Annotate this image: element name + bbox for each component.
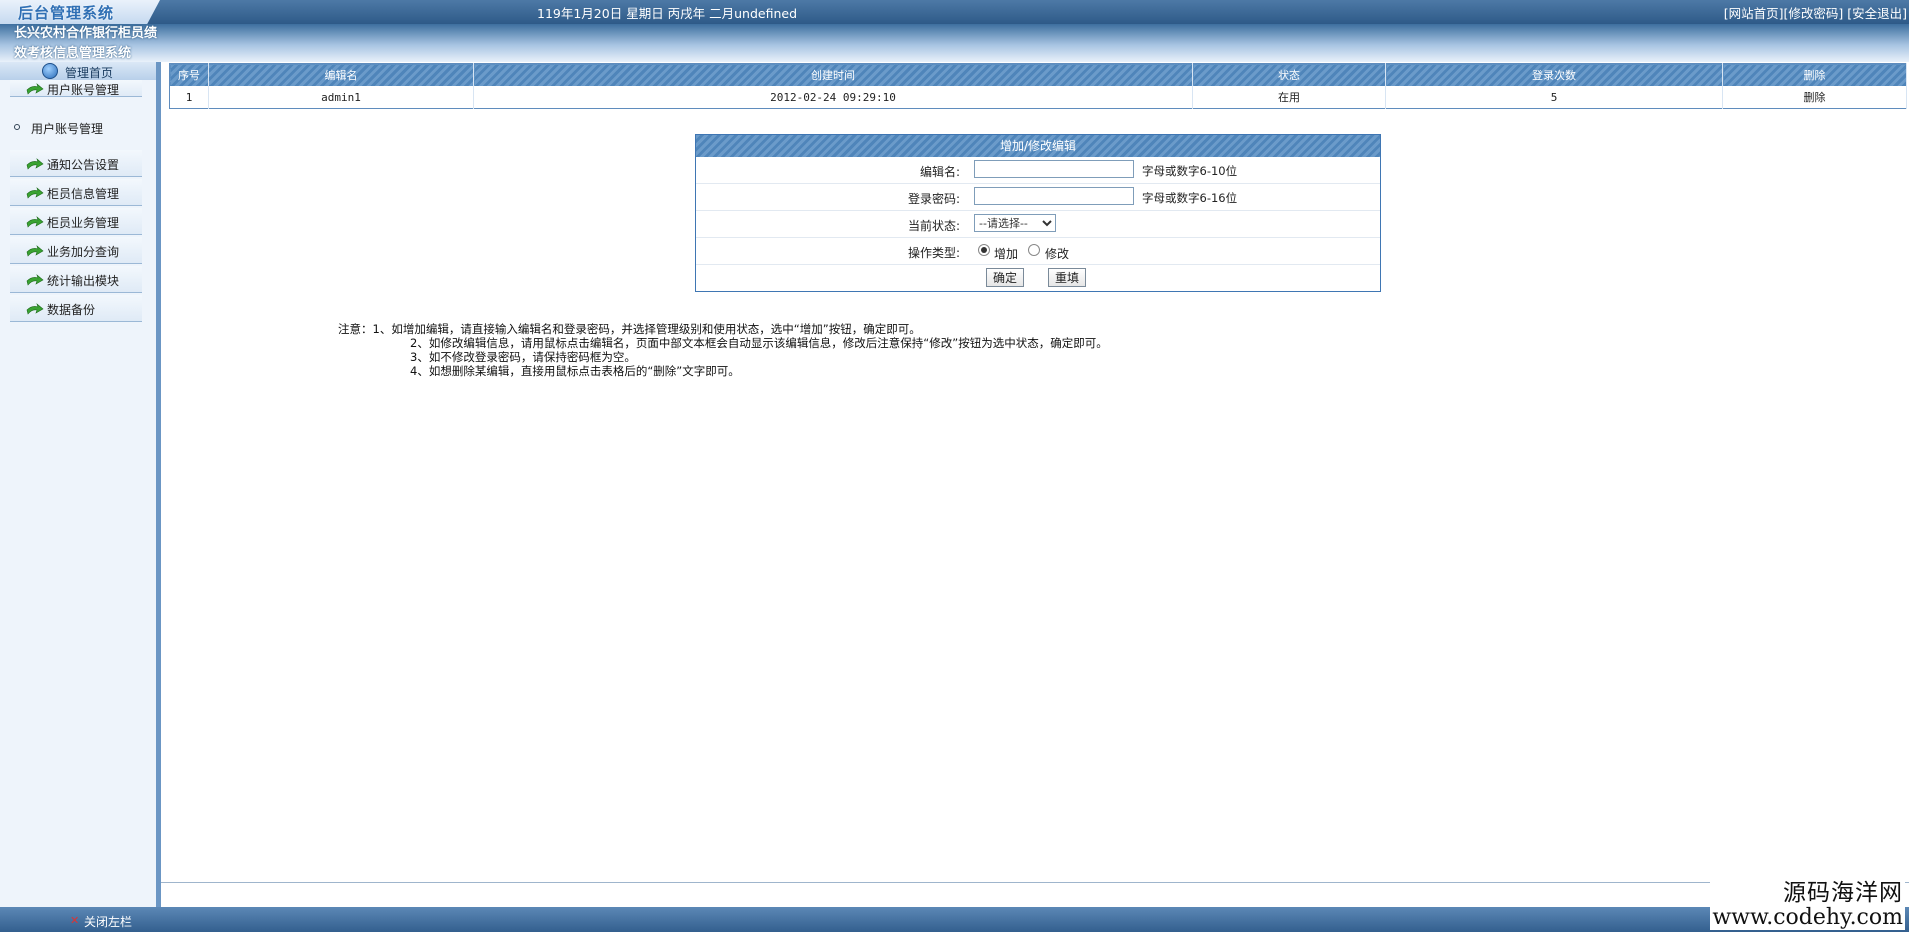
close-sidebar-button[interactable]: 关闭左栏	[84, 913, 132, 930]
link-safe-logout[interactable]: [安全退出]	[1847, 6, 1907, 21]
form-row-buttons: 确定 重填	[696, 265, 1380, 291]
form-title: 增加/修改编辑	[696, 135, 1380, 157]
name-hint: 字母或数字6-10位	[1142, 164, 1238, 178]
bottom-bar: ✕ 关闭左栏	[0, 907, 1909, 932]
watermark: 源码海洋网 www.codehy.com	[1710, 880, 1905, 930]
sidebar-item-label: 数据备份	[47, 303, 96, 317]
link-site-home[interactable]: [网站首页]	[1724, 6, 1784, 21]
col-header-logins: 登录次数	[1385, 63, 1723, 86]
password-input[interactable]	[974, 187, 1134, 205]
sidebar-item-notices[interactable]: 通知公告设置	[10, 150, 142, 177]
logo-text: 后台管理系统	[18, 4, 115, 22]
header-band	[0, 24, 1909, 62]
delete-link[interactable]: 删除	[1722, 86, 1907, 109]
sidebar-item-label: 业务加分查询	[47, 245, 120, 259]
note-line-2: 2、如修改编辑信息，请用鼠标点击编辑名，页面中部文本框会自动显示该编辑信息，修改…	[410, 336, 1108, 350]
bullet-icon	[14, 124, 20, 130]
link-change-password[interactable]: [修改密码]	[1783, 6, 1843, 21]
editor-list-table: 序号 编辑名 创建时间 状态 登录次数 删除 1 admin1 2012-02-…	[169, 63, 1907, 109]
divider	[161, 882, 1909, 883]
system-title: 长兴农村合作银行柜员绩效考核信息管理系统	[14, 26, 158, 61]
table-header-row: 序号 编辑名 创建时间 状态 登录次数 删除	[169, 63, 1907, 86]
main-content: 序号 编辑名 创建时间 状态 登录次数 删除 1 admin1 2012-02-…	[161, 62, 1909, 907]
edit-form: 增加/修改编辑 编辑名: 字母或数字6-10位 登录密码: 字母或数字6-16位…	[695, 134, 1381, 292]
radio-add[interactable]	[978, 244, 990, 256]
password-label: 登录密码:	[907, 192, 960, 206]
top-links: [网站首页][修改密码] [安全退出]	[1724, 3, 1907, 22]
form-row-password: 登录密码: 字母或数字6-16位	[696, 184, 1380, 211]
close-icon: ✕	[70, 914, 80, 927]
sidebar-item-user-accounts[interactable]: 用户账号管理	[10, 80, 142, 97]
col-header-status: 状态	[1192, 63, 1386, 86]
sidebar-subitem-label: 用户账号管理	[31, 122, 104, 136]
radio-edit-label: 修改	[1045, 247, 1070, 261]
sidebar-item-data-backup[interactable]: 数据备份	[10, 295, 142, 322]
green-arrow-icon	[26, 158, 44, 170]
cell-status: 在用	[1192, 86, 1386, 109]
password-hint: 字母或数字6-16位	[1142, 191, 1238, 205]
status-select[interactable]: --请选择--	[974, 214, 1056, 232]
watermark-cn: 源码海洋网	[1783, 880, 1903, 906]
cell-no: 1	[169, 86, 209, 109]
green-arrow-icon	[26, 274, 44, 286]
top-bar: 后台管理系统 119年1月20日 星期日 丙戌年 二月undefined [网站…	[0, 0, 1909, 24]
sidebar-item-stats-export[interactable]: 统计输出模块	[10, 266, 142, 293]
editor-name-input[interactable]	[974, 160, 1134, 178]
green-arrow-icon	[26, 187, 44, 199]
sidebar: 管理首页 用户账号管理 用户账号管理 通知公告设置 柜员信息管理 柜员业务管理 业务加分…	[0, 62, 161, 907]
green-arrow-icon	[26, 303, 44, 315]
cell-name-link[interactable]: admin1	[208, 86, 474, 109]
watermark-url: www.codehy.com	[1712, 905, 1903, 930]
col-header-name: 编辑名	[208, 63, 474, 86]
table-row: 1 admin1 2012-02-24 09:29:10 在用 5 删除	[169, 86, 1907, 109]
sidebar-item-label: 柜员业务管理	[47, 216, 120, 230]
form-row-optype: 操作类型: 增加 修改	[696, 238, 1380, 265]
globe-icon	[42, 63, 58, 79]
radio-add-label: 增加	[994, 247, 1019, 261]
sidebar-item-label: 用户账号管理	[47, 83, 120, 97]
form-row-status: 当前状态: --请选择--	[696, 211, 1380, 238]
col-header-delete: 删除	[1722, 63, 1907, 86]
green-arrow-icon	[26, 216, 44, 228]
cell-logins: 5	[1385, 86, 1723, 109]
sidebar-item-label: 通知公告设置	[47, 158, 120, 172]
date-time-display: 119年1月20日 星期日 丙戌年 二月undefined	[537, 6, 798, 21]
note-line-3: 3、如不修改登录密码，请保持密码框为空。	[410, 350, 636, 364]
form-row-name: 编辑名: 字母或数字6-10位	[696, 157, 1380, 184]
sidebar-home-link[interactable]: 管理首页	[0, 62, 156, 80]
optype-label: 操作类型:	[907, 246, 960, 260]
status-label: 当前状态:	[907, 219, 960, 233]
col-header-created: 创建时间	[473, 63, 1193, 86]
sidebar-subitem-user-accounts[interactable]: 用户账号管理	[0, 118, 156, 136]
note-line-4: 4、如想删除某编辑，直接用鼠标点击表格后的“删除”文字即可。	[410, 364, 740, 378]
sidebar-item-label: 统计输出模块	[47, 274, 120, 288]
sidebar-home-label: 管理首页	[65, 66, 114, 80]
sidebar-item-teller-info[interactable]: 柜员信息管理	[10, 179, 142, 206]
note-line-1: 注意：1、如增加编辑，请直接输入编辑名和登录密码，并选择管理级别和使用状态，选中…	[338, 322, 921, 336]
logo: 后台管理系统	[0, 0, 160, 24]
col-header-no: 序号	[169, 63, 209, 86]
cell-created: 2012-02-24 09:29:10	[473, 86, 1193, 109]
green-arrow-icon	[26, 245, 44, 257]
name-label: 编辑名:	[919, 165, 960, 179]
radio-edit[interactable]	[1028, 244, 1040, 256]
ok-button[interactable]: 确定	[986, 268, 1025, 287]
sidebar-item-label: 柜员信息管理	[47, 187, 120, 201]
green-arrow-icon	[26, 83, 44, 95]
reset-button[interactable]: 重填	[1048, 268, 1087, 287]
sidebar-item-score-query[interactable]: 业务加分查询	[10, 237, 142, 264]
sidebar-item-teller-business[interactable]: 柜员业务管理	[10, 208, 142, 235]
